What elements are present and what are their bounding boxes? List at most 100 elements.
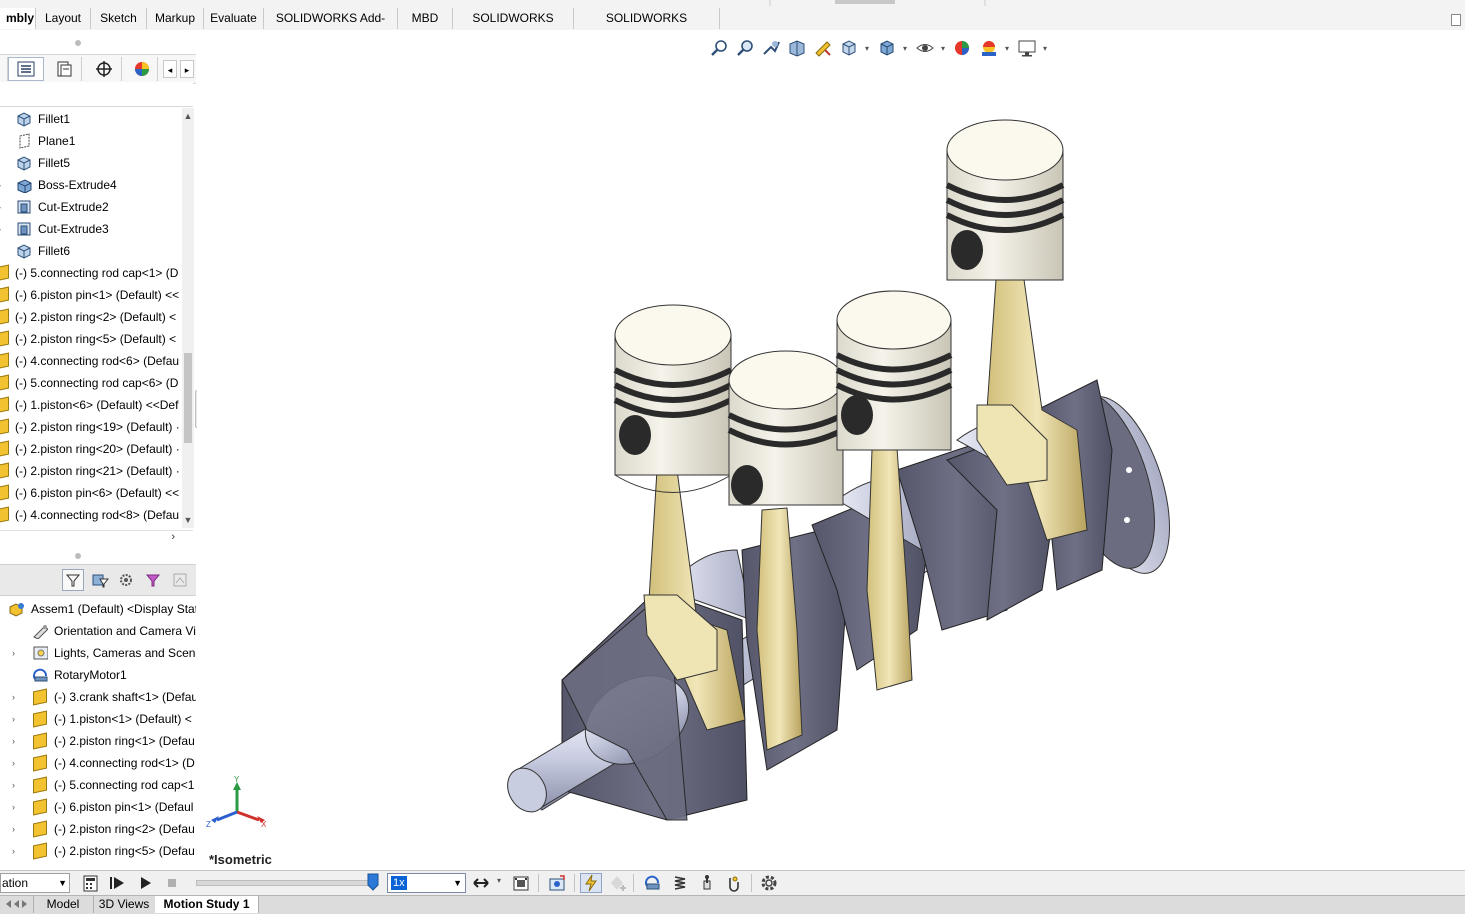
calculator-icon xyxy=(83,875,98,892)
sort-button[interactable] xyxy=(170,569,192,591)
crosshair-icon xyxy=(95,61,112,77)
scroll-down-icon[interactable]: ▼ xyxy=(183,514,193,526)
playback-speed-value: 1x xyxy=(391,876,407,890)
tab-layout[interactable]: Layout xyxy=(36,8,91,29)
tree-item-label: (-) 2.piston ring<2> (Defau xyxy=(54,822,195,836)
tab-model[interactable]: Model xyxy=(33,896,94,913)
tab-motion-study-1[interactable]: Motion Study 1 xyxy=(155,896,259,913)
playback-mode-dropdown-icon[interactable]: ▾ xyxy=(495,876,503,885)
expand-icon[interactable]: › xyxy=(12,840,22,862)
part-icon xyxy=(0,374,9,392)
tree-vertical-scrollbar[interactable]: ▲ ▼ xyxy=(182,108,194,528)
expand-icon[interactable]: › xyxy=(12,774,22,796)
playback-speed-select[interactable]: 1x ▼ xyxy=(387,873,466,893)
part-icon xyxy=(0,506,9,524)
tree-horizontal-scrollbar[interactable]: › xyxy=(0,530,193,547)
collapse-ribbon-icon[interactable] xyxy=(1451,14,1461,26)
manager-tabs: ◂ ▸ xyxy=(0,54,196,84)
graphics-area[interactable]: ▾ ▾ ▾ ▾ ▾ Y X Z *Isometric xyxy=(197,30,1465,870)
save-animation-button[interactable] xyxy=(510,873,532,893)
tree-item-label: Orientation and Camera Vi xyxy=(54,624,196,638)
piston-2[interactable] xyxy=(727,350,845,506)
scroll-right-icon[interactable]: › xyxy=(171,531,175,543)
part-icon xyxy=(33,688,47,706)
scroll-up-icon[interactable]: ▲ xyxy=(183,110,193,122)
fillet-icon xyxy=(17,112,31,127)
playback-slider-thumb[interactable] xyxy=(367,873,379,891)
tab-feature-manager[interactable] xyxy=(8,57,44,81)
damper-icon xyxy=(703,875,711,890)
tab-solidworks-cam[interactable]: SOLIDWORKS CAM xyxy=(453,8,574,46)
toolbar-separator xyxy=(751,874,752,892)
tab-sketch[interactable]: Sketch xyxy=(91,8,147,29)
tabs-scroll-left-icon[interactable]: ◂ xyxy=(163,60,177,78)
playback-mode-button[interactable] xyxy=(470,873,492,893)
expand-icon[interactable]: › xyxy=(12,708,22,730)
tree-item-label: (-) 4.connecting rod<1> (D xyxy=(54,756,195,770)
lights-icon xyxy=(33,646,48,660)
motor-button[interactable] xyxy=(642,873,664,893)
contact-button[interactable] xyxy=(723,873,745,893)
tab-display-manager[interactable] xyxy=(126,57,158,81)
play-button[interactable] xyxy=(134,873,156,893)
filter-results-button[interactable] xyxy=(143,569,165,591)
gear-icon xyxy=(761,875,777,891)
panel-grip[interactable] xyxy=(75,40,81,46)
model-view[interactable] xyxy=(197,30,1465,870)
tab-evaluate[interactable]: Evaluate xyxy=(204,8,264,29)
tab-markup[interactable]: Markup xyxy=(147,8,204,29)
stop-button[interactable] xyxy=(161,873,183,893)
expand-icon[interactable]: › xyxy=(0,196,8,218)
part-icon xyxy=(0,418,9,436)
part-icon xyxy=(0,440,9,458)
spring-button[interactable] xyxy=(669,873,691,893)
tab-assembly[interactable]: mbly xyxy=(0,8,36,29)
tree-filter-box[interactable] xyxy=(0,82,193,107)
piston-4[interactable] xyxy=(945,119,1065,281)
scrollbar-thumb[interactable] xyxy=(184,353,192,443)
part-icon xyxy=(0,308,9,326)
tab-solidworks-inspection[interactable]: SOLIDWORKS Inspection xyxy=(574,8,720,46)
tab-configuration-manager[interactable] xyxy=(86,57,122,81)
chevron-down-icon: ▼ xyxy=(58,878,67,888)
playback-slider[interactable] xyxy=(196,880,374,886)
expand-icon[interactable]: › xyxy=(0,218,8,240)
cut-extrude-icon xyxy=(17,200,31,214)
autokey-button[interactable] xyxy=(580,873,602,893)
expand-icon[interactable]: › xyxy=(12,818,22,840)
filter-selected-button[interactable] xyxy=(116,569,138,591)
expand-icon[interactable]: › xyxy=(12,686,22,708)
gear-filter-icon xyxy=(120,574,132,586)
filter-driving-button[interactable] xyxy=(89,569,111,591)
study-type-select[interactable]: ation ▼ xyxy=(0,873,70,893)
expand-icon[interactable]: › xyxy=(12,642,22,664)
boss-extrude-icon xyxy=(17,179,32,193)
piston-3[interactable] xyxy=(835,290,953,451)
expand-icon[interactable]: › xyxy=(12,752,22,774)
tab-property-manager[interactable] xyxy=(46,57,82,81)
motion-study-properties-button[interactable] xyxy=(758,873,780,893)
play-from-start-button[interactable] xyxy=(106,873,128,893)
calculate-button[interactable] xyxy=(80,873,102,893)
part-icon xyxy=(33,732,47,750)
autokey-icon xyxy=(585,874,597,892)
expand-icon[interactable]: › xyxy=(0,174,8,196)
tab-3d-views[interactable]: 3D Views xyxy=(93,896,156,913)
tab-mbd[interactable]: MBD xyxy=(398,8,453,29)
piston-1[interactable] xyxy=(613,304,733,493)
tabs-scroll-right-icon[interactable]: ▸ xyxy=(180,60,194,78)
expand-icon[interactable]: › xyxy=(12,796,22,818)
animation-wizard-button[interactable] xyxy=(546,873,568,893)
part-icon xyxy=(33,820,47,838)
tab-prev-manager[interactable] xyxy=(0,57,8,81)
play-icon xyxy=(141,877,151,889)
tab-solidworks-addins[interactable]: SOLIDWORKS Add-Ins xyxy=(264,8,398,46)
filter-animation-button[interactable] xyxy=(62,569,84,591)
damper-button[interactable] xyxy=(696,873,718,893)
bottom-tab-nav-arrows[interactable] xyxy=(0,896,34,913)
add-key-button[interactable] xyxy=(607,873,629,893)
splitter-grip[interactable] xyxy=(75,553,81,559)
panel-splitter[interactable] xyxy=(0,548,196,564)
tree-item-label: (-) 4.connecting rod<8> (Defau xyxy=(15,508,180,522)
expand-icon[interactable]: › xyxy=(12,730,22,752)
